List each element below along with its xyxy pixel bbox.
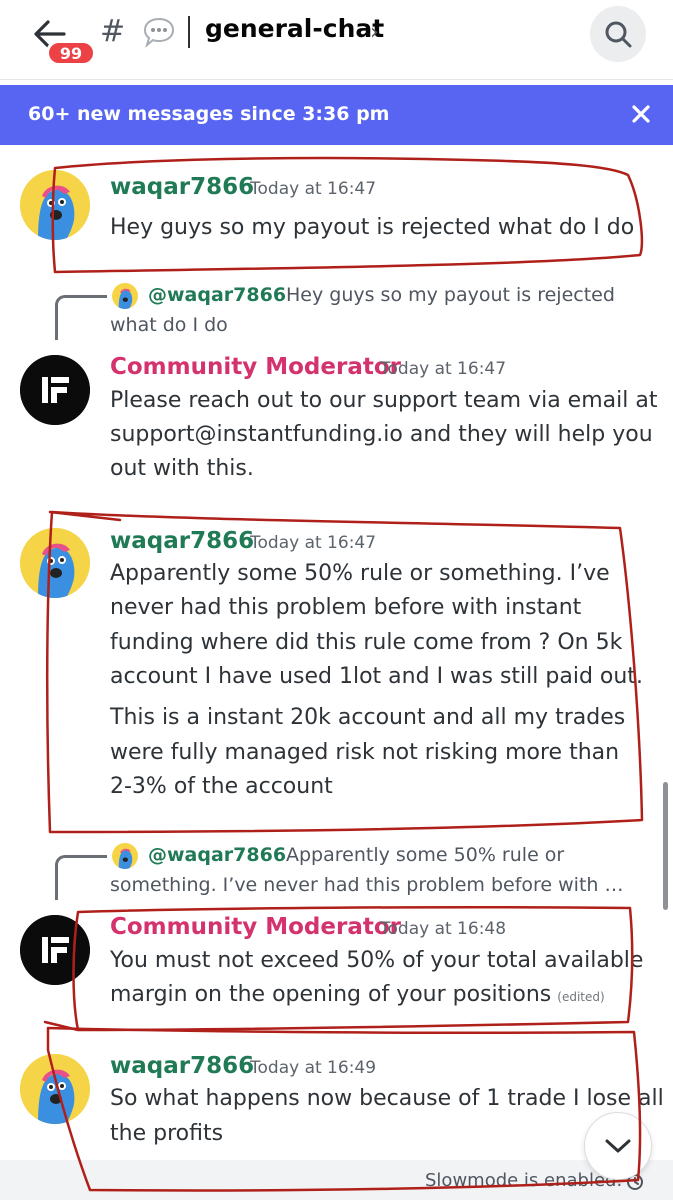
message-text: So what happens now because of 1 trade I…: [110, 1086, 664, 1111]
chevron-down-icon: [605, 1139, 631, 1153]
user-avatar[interactable]: [20, 170, 90, 240]
notification-badge: 99: [46, 40, 96, 66]
reply-mention[interactable]: @waqar7866: [148, 844, 286, 866]
channel-hash-icon: #: [100, 14, 126, 49]
header-divider: [188, 16, 190, 48]
scrollbar-thumb[interactable]: [663, 782, 668, 910]
message-text: funding where did this rule come from ? …: [110, 630, 623, 655]
user-avatar[interactable]: [20, 528, 90, 598]
message-text: out with this.: [110, 456, 254, 481]
reply-connector: [55, 855, 107, 900]
message-text: This is a instant 20k account and all my…: [110, 705, 626, 730]
message-text: Apparently some 50% rule or something. I…: [110, 561, 610, 586]
message-text: support@instantfunding.io and they will …: [110, 422, 653, 447]
reply-avatar: [112, 283, 138, 309]
message-author[interactable]: waqar7866: [110, 528, 254, 554]
channel-header: 99 # general-chat ›: [0, 0, 673, 80]
message-timestamp: Today at 16:49: [250, 1058, 377, 1078]
message-text: never had this problem before with insta…: [110, 595, 582, 620]
message-text: account I have used 1lot and I was still…: [110, 664, 643, 689]
edited-label: (edited): [557, 990, 605, 1004]
slowmode-bar: Slowmode is enabled.: [0, 1160, 673, 1200]
channel-chevron-icon[interactable]: ›: [370, 20, 379, 45]
slowmode-text: Slowmode is enabled.: [425, 1170, 623, 1191]
message-text-line: margin on the opening of your positions: [110, 982, 552, 1007]
message-author[interactable]: Community Moderator: [110, 914, 401, 940]
user-avatar[interactable]: [20, 1054, 90, 1124]
reply-avatar: [112, 843, 138, 869]
message-text: were fully managed risk not risking more…: [110, 740, 620, 765]
message-text: You must not exceed 50% of your total av…: [110, 948, 644, 973]
channel-name[interactable]: general-chat: [205, 14, 384, 43]
reply-preview[interactable]: Apparently some 50% rule or: [286, 840, 564, 871]
message-text: Hey guys so my payout is rejected what d…: [110, 215, 635, 240]
moderator-avatar[interactable]: [20, 355, 90, 425]
reply-preview[interactable]: something. I’ve never had this problem b…: [110, 870, 624, 901]
message-timestamp: Today at 16:47: [380, 359, 507, 379]
message-author[interactable]: Community Moderator: [110, 354, 401, 380]
message-author[interactable]: waqar7866: [110, 174, 254, 200]
message-author[interactable]: waqar7866: [110, 1053, 254, 1079]
message-timestamp: Today at 16:47: [250, 533, 377, 553]
message-text: 2-3% of the account: [110, 774, 333, 799]
reply-preview[interactable]: what do I do: [110, 310, 228, 341]
message-timestamp: Today at 16:47: [250, 179, 377, 199]
reply-mention[interactable]: @waqar7866: [148, 284, 286, 306]
speech-bubble-icon: [142, 16, 176, 48]
new-messages-text[interactable]: 60+ new messages since 3:36 pm: [28, 103, 389, 125]
message-text: margin on the opening of your positions (…: [110, 978, 605, 1015]
close-icon: [632, 105, 650, 123]
jump-to-latest-button[interactable]: [584, 1112, 652, 1180]
message-text: Please reach out to our support team via…: [110, 388, 658, 413]
reply-connector: [55, 295, 107, 340]
new-messages-banner[interactable]: 60+ new messages since 3:36 pm: [0, 85, 673, 145]
reply-preview[interactable]: Hey guys so my payout is rejected: [286, 280, 615, 311]
moderator-avatar[interactable]: [20, 915, 90, 985]
message-text: the profits: [110, 1121, 224, 1146]
search-button[interactable]: [590, 6, 646, 62]
close-banner-button[interactable]: [626, 99, 656, 129]
search-icon: [605, 21, 632, 48]
message-timestamp: Today at 16:48: [380, 919, 507, 939]
